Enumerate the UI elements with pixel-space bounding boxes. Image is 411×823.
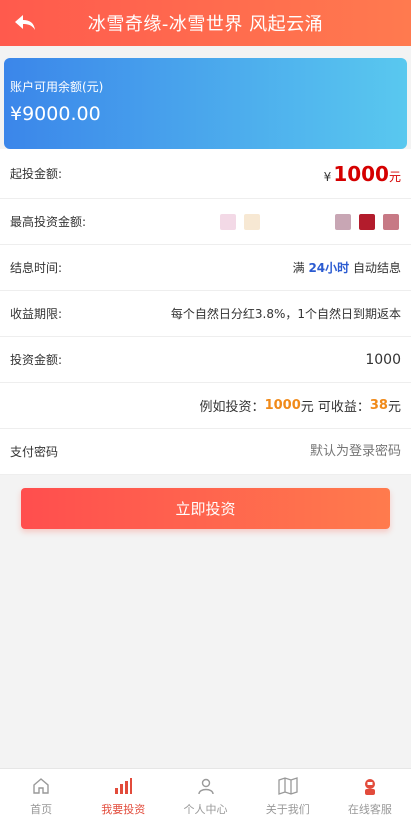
top-header: 冰雪奇缘-冰雪世界 风起云涌 [0,0,411,46]
amount-row: 投资金额: [0,337,411,383]
bottom-tab-bar: 首页 我要投资 个人中心 关于我们 在线客服 [0,768,411,823]
obscured-pixel [267,213,328,230]
tab-label: 个人中心 [183,803,228,816]
period-label: 收益期限: [10,307,63,321]
tab-about[interactable]: 关于我们 [247,769,329,823]
chart-bars-icon [112,775,134,797]
tab-home[interactable]: 首页 [0,769,82,823]
obscured-pixel [383,213,399,230]
currency-symbol: ¥ [323,169,332,184]
example-profit: 38 [369,398,388,413]
example-invest: 1000 [264,398,301,413]
example-unit: 元 [387,400,401,415]
min-invest-value: ¥1000元 [324,162,401,186]
settle-row: 结息时间: 满 24小时 自动结息 [0,245,411,291]
min-invest-label: 起投金额: [10,167,63,181]
tab-invest[interactable]: 我要投资 [82,769,164,823]
period-value: 每个自然日分红3.8%，1个自然日到期返本 [170,307,401,321]
home-icon [30,775,52,797]
settle-label: 结息时间: [10,261,63,275]
period-row: 收益期限: 每个自然日分红3.8%，1个自然日到期返本 [0,291,411,337]
min-invest-amount: 1000 [333,161,389,186]
obscured-pixel [335,213,352,230]
example-row: 例如投资： 1000 元 可收益： 38 元 [0,383,411,429]
amount-input[interactable] [281,351,401,368]
tab-label: 我要投资 [101,803,146,816]
password-row: 支付密码 [0,429,411,475]
password-label: 支付密码 [10,445,59,459]
book-icon [277,775,299,797]
tab-label: 关于我们 [265,803,310,816]
balance-card: 账户可用余额(元) ¥9000.00 [4,58,407,149]
obscured-pixel [243,213,260,230]
settle-value: 满 24小时 自动结息 [293,259,401,276]
invest-form: 起投金额: ¥1000元 最高投资金额: 结息时间: 满 24小时 自动结息 收… [0,149,411,475]
max-invest-value-obscured [218,213,401,230]
invest-button[interactable]: 立即投资 [21,488,390,529]
settle-hours: 24小时 [308,261,350,275]
obscured-pixel [359,213,376,230]
settle-prefix: 满 [292,261,305,275]
settle-suffix: 自动结息 [352,261,401,275]
password-input[interactable] [201,444,401,459]
balance-amount: ¥9000.00 [10,103,101,125]
max-invest-row: 最高投资金额: [0,199,411,245]
support-agent-icon [359,775,381,797]
example-prefix: 例如投资： [199,400,265,415]
page-title: 冰雪奇缘-冰雪世界 风起云涌 [87,14,324,35]
min-invest-unit: 元 [388,169,401,184]
tab-label: 首页 [30,803,53,816]
back-arrow-icon[interactable] [10,8,40,38]
min-invest-row: 起投金额: ¥1000元 [0,149,411,199]
tab-label: 在线客服 [347,803,392,816]
tab-profile[interactable]: 个人中心 [164,769,246,823]
amount-label: 投资金额: [10,353,63,367]
obscured-pixel [219,213,236,230]
balance-label: 账户可用余额(元) [10,80,104,94]
person-icon [195,775,217,797]
max-invest-label: 最高投资金额: [10,215,87,229]
example-mid: 元 可收益： [300,400,370,415]
tab-support[interactable]: 在线客服 [329,769,411,823]
